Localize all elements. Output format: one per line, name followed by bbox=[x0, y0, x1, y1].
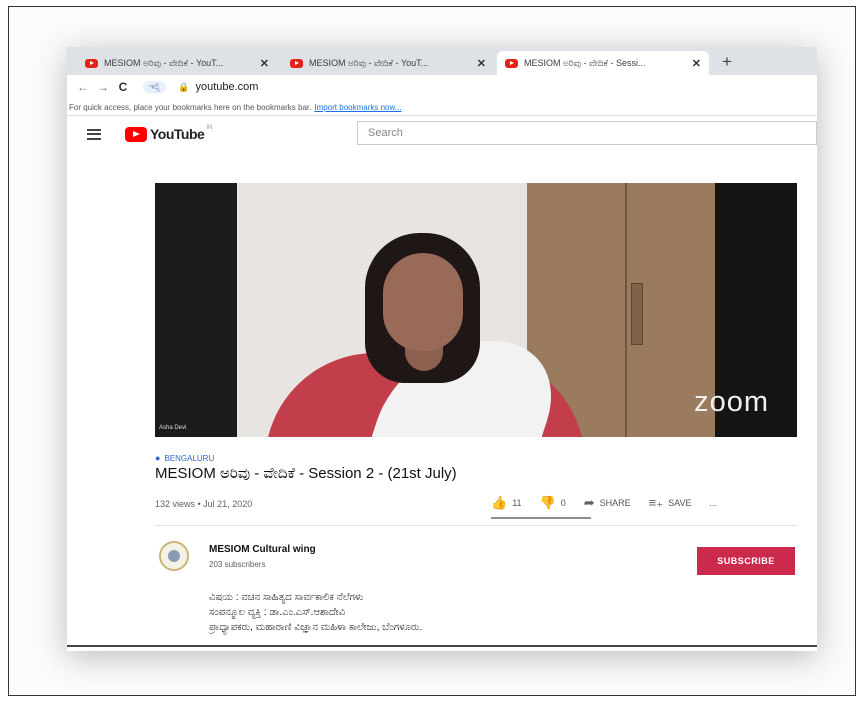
tab-3-active[interactable]: MESIOM ಅರಿವು - ವೇದಿಕೆ - Sessi... ✕ bbox=[497, 51, 709, 75]
divider bbox=[155, 525, 797, 526]
browser-window: MESIOM ಅರಿವು - ವೇದಿಕೆ - YouT... ✕ MESIOM… bbox=[67, 47, 817, 651]
youtube-header: YouTube IN Search bbox=[67, 115, 817, 153]
share-icon: ➦ bbox=[583, 495, 595, 510]
share-label: SHARE bbox=[599, 498, 631, 508]
new-tab-button[interactable]: + bbox=[722, 52, 732, 72]
lock-icon[interactable]: 🔒 bbox=[178, 82, 189, 93]
channel-avatar[interactable] bbox=[159, 541, 189, 571]
video-title: MESIOM ಅರಿವು - ವೇದಿಕೆ - Session 2 - (21s… bbox=[155, 465, 457, 482]
save-label: SAVE bbox=[668, 498, 692, 508]
close-tab-icon[interactable]: ✕ bbox=[692, 57, 701, 70]
like-count: 11 bbox=[512, 498, 522, 508]
dislike-count: 0 bbox=[560, 498, 566, 508]
video-stats: 132 views • Jul 21, 2020 bbox=[155, 499, 253, 509]
like-button[interactable]: 👍 11 bbox=[491, 495, 522, 511]
zoom-watermark: zoom bbox=[694, 386, 769, 418]
door-handle bbox=[631, 283, 643, 345]
document-frame: MESIOM ಅರಿವು - ವೇದಿಕೆ - YouT... ✕ MESIOM… bbox=[8, 6, 856, 696]
tab-title: MESIOM ಅರಿವು - ವೇದಿಕೆ - YouT... bbox=[104, 57, 224, 68]
thumbs-up-icon: 👍 bbox=[491, 495, 508, 510]
youtube-favicon-icon bbox=[290, 58, 303, 68]
youtube-logo[interactable]: YouTube IN bbox=[125, 125, 213, 142]
channel-name[interactable]: MESIOM Cultural wing bbox=[209, 544, 316, 555]
location-text: BENGALURU bbox=[164, 454, 215, 463]
location-pin-icon: ● bbox=[155, 453, 161, 463]
address-toolbar: ← → C ಇಲ್ಲಿ 🔒 youtube.com bbox=[67, 75, 817, 99]
speaker-name-label: Asha Devi bbox=[159, 425, 187, 431]
speaker-face bbox=[383, 253, 463, 351]
more-actions-button[interactable]: ... bbox=[709, 498, 717, 508]
video-description: ವಿಷಯ : ವಚನ ಸಾಹಿತ್ಯದ ಸಾರ್ವಕಾಲಿಕ ನೆಲೆಗಳು ಸ… bbox=[209, 590, 422, 635]
playlist-add-icon: ≡₊ bbox=[648, 495, 664, 510]
share-button[interactable]: ➦ SHARE bbox=[584, 495, 631, 511]
more-icon: ... bbox=[709, 498, 717, 508]
tab-title: MESIOM ಅರಿವು - ವೇದಿಕೆ - Sessi... bbox=[524, 57, 646, 68]
youtube-favicon-icon bbox=[505, 58, 518, 68]
region-code: IN bbox=[206, 125, 213, 131]
reload-icon[interactable]: C bbox=[113, 80, 133, 94]
import-bookmarks-link[interactable]: Import bookmarks now... bbox=[314, 103, 401, 112]
forward-icon[interactable]: → bbox=[93, 80, 113, 94]
subscriber-count: 203 subscribers bbox=[209, 560, 266, 569]
site-info-pill[interactable]: ಇಲ್ಲಿ bbox=[143, 81, 167, 93]
youtube-play-icon bbox=[125, 126, 147, 142]
search-input[interactable]: Search bbox=[357, 121, 817, 145]
description-line: ಸಂಪನ್ಮೂಲ ವ್ಯಕ್ತಿ : ಡಾ.ಎಂ.ಎಸ್.ಆಶಾದೇವಿ bbox=[209, 607, 346, 618]
tab-strip: MESIOM ಅರಿವು - ವೇದಿಕೆ - YouT... ✕ MESIOM… bbox=[67, 47, 817, 75]
door-edge bbox=[625, 183, 627, 437]
tab-1[interactable]: MESIOM ಅರಿವು - ವೇದಿಕೆ - YouT... ✕ bbox=[77, 51, 277, 75]
address-bar[interactable]: youtube.com bbox=[195, 81, 258, 93]
description-line: ಪ್ರಾಧ್ಯಾಪಕರು, ಮಹಾರಾಣಿ ವಿಜ್ಞಾನ ಮಹಿಳಾ ಕಾಲೇ… bbox=[209, 622, 423, 633]
description-line: ವಿಷಯ : ವಚನ ಸಾಹಿತ್ಯದ ಸಾರ್ವಕಾಲಿಕ ನೆಲೆಗಳು bbox=[209, 592, 364, 603]
video-player[interactable]: zoom Asha Devi bbox=[155, 183, 797, 437]
youtube-favicon-icon bbox=[85, 58, 98, 68]
bookmarks-bar: For quick access, place your bookmarks h… bbox=[67, 99, 817, 116]
video-actions: 👍 11 👎 0 ➦ SHARE ≡₊ SAVE ... bbox=[491, 495, 735, 511]
bookmarks-message: For quick access, place your bookmarks h… bbox=[69, 102, 312, 112]
tab-title: MESIOM ಅರಿವು - ವೇದಿಕೆ - YouT... bbox=[309, 57, 429, 68]
subscribe-button[interactable]: SUBSCRIBE bbox=[697, 547, 795, 575]
dislike-button[interactable]: 👎 0 bbox=[540, 495, 566, 511]
menu-icon[interactable] bbox=[87, 126, 101, 142]
youtube-wordmark: YouTube bbox=[150, 126, 205, 142]
like-ratio-bar bbox=[491, 517, 591, 519]
back-icon[interactable]: ← bbox=[73, 80, 93, 94]
tab-2[interactable]: MESIOM ಅರಿವು - ವೇದಿಕೆ - YouT... ✕ bbox=[282, 51, 494, 75]
close-tab-icon[interactable]: ✕ bbox=[477, 57, 486, 70]
save-button[interactable]: ≡₊ SAVE bbox=[649, 495, 692, 511]
window-bottom-edge bbox=[67, 645, 817, 647]
location-tag[interactable]: ● BENGALURU bbox=[155, 453, 214, 463]
thumbs-down-icon: 👎 bbox=[539, 495, 556, 510]
close-tab-icon[interactable]: ✕ bbox=[260, 57, 269, 70]
